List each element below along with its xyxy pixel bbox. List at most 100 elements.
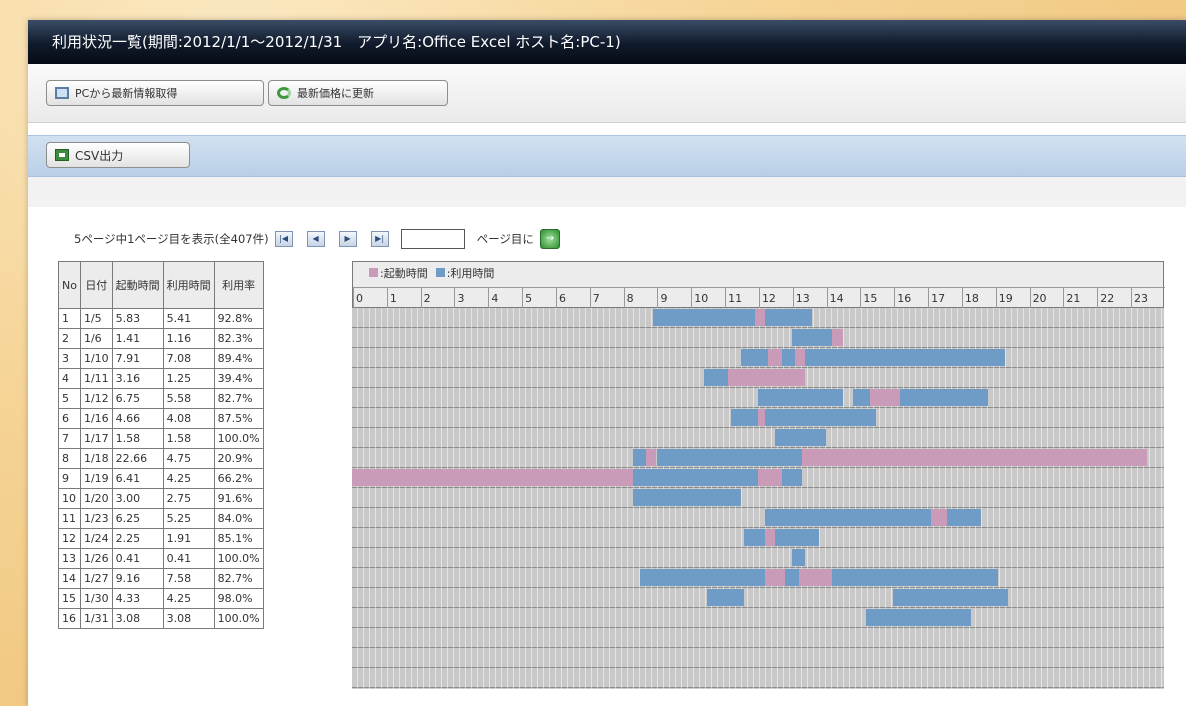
timeline-header: :起動時間 :利用時間 0 1 2 3 4 5 6 7 8 9 10 11 12 13 14 15 16 17 18… (352, 261, 1165, 309)
last-page-icon[interactable]: ▶| (370, 231, 389, 247)
cell-no: 14 (58, 568, 81, 589)
cell-no: 16 (58, 608, 81, 629)
timeline-legend: :起動時間 :利用時間 (369, 265, 494, 281)
update-price-button[interactable]: 最新価格に更新 (268, 80, 448, 106)
cell-use: 4.25 (162, 468, 215, 489)
refresh-icon (277, 87, 291, 99)
cell-use: 1.16 (162, 328, 215, 349)
usage-segment (632, 489, 742, 506)
usage-segment (764, 409, 877, 426)
hour-label: 11 (725, 288, 759, 309)
cell-start: 1.41 (111, 328, 164, 349)
startup-segment (758, 469, 782, 486)
first-page-icon[interactable]: |◀ (274, 231, 293, 247)
cell-start: 4.33 (111, 588, 164, 609)
cell-use: 7.58 (162, 568, 215, 589)
cell-rate: 100.0% (213, 608, 264, 629)
cell-start: 0.41 (111, 548, 164, 569)
table-row: 1 1/5 5.83 5.41 92.8% (58, 308, 264, 329)
hour-axis: 0 1 2 3 4 5 6 7 8 9 10 11 12 13 14 15 16 17 18 19 20 21 22 23 (353, 287, 1165, 309)
page-number-input[interactable] (400, 229, 465, 249)
cell-use: 4.25 (162, 588, 215, 609)
cell-date: 1/24 (79, 528, 113, 549)
hour-label: 16 (894, 288, 928, 309)
cell-rate: 100.0% (213, 428, 264, 449)
fetch-from-pc-label: PCから最新情報取得 (75, 87, 178, 100)
usage-segment (632, 469, 758, 486)
cell-use: 5.58 (162, 388, 215, 409)
cell-start: 4.66 (111, 408, 164, 429)
cell-no: 8 (58, 448, 81, 469)
usage-segment (764, 509, 931, 526)
hour-label: 6 (555, 288, 590, 309)
go-page-icon[interactable]: → (539, 229, 560, 249)
table-row: 12 1/24 2.25 1.91 85.1% (58, 528, 264, 549)
startup-segment (352, 469, 633, 486)
window-title: 利用状況一覧(期間:2012/1/1～2012/1/31 アプリ名:Office… (28, 20, 1186, 64)
table-row: 9 1/19 6.41 4.25 66.2% (58, 468, 264, 489)
prev-page-icon[interactable]: ◀ (306, 231, 325, 247)
cell-date: 1/16 (79, 408, 113, 429)
pager: 5ページ中1ページ目を表示(全407件) |◀ ◀ ▶ ▶| ページ目に → (74, 229, 560, 249)
cell-rate: 89.4% (213, 348, 264, 369)
cell-rate: 20.9% (213, 448, 264, 469)
cell-date: 1/23 (79, 508, 113, 529)
table-row: 5 1/12 6.75 5.58 82.7% (58, 388, 264, 409)
cell-no: 10 (58, 488, 81, 509)
hour-label: 23 (1131, 288, 1165, 309)
hour-label: 22 (1097, 288, 1131, 309)
hour-label: 3 (454, 288, 488, 309)
hour-label: 4 (488, 288, 522, 309)
usage-window: 利用状況一覧(期間:2012/1/1～2012/1/31 アプリ名:Office… (28, 20, 1186, 706)
cell-use: 5.41 (162, 308, 215, 329)
pager-summary: 5ページ中1ページ目を表示(全407件) (74, 232, 269, 246)
usage-segment (791, 549, 806, 566)
usage-segment (852, 389, 870, 406)
col-date: 日付 (79, 261, 113, 309)
cell-no: 6 (58, 408, 81, 429)
startup-segment (646, 449, 657, 466)
col-use: 利用時間 (162, 261, 215, 309)
fetch-from-pc-button[interactable]: PCから最新情報取得 (46, 80, 264, 106)
table-row: 14 1/27 9.16 7.58 82.7% (58, 568, 264, 589)
startup-segment (795, 349, 806, 366)
usage-segment (781, 469, 802, 486)
startup-segment (798, 569, 833, 586)
usage-segment (707, 589, 745, 606)
cell-date: 1/26 (79, 548, 113, 569)
cell-no: 3 (58, 348, 81, 369)
startup-segment (768, 349, 782, 366)
cell-no: 1 (58, 308, 81, 329)
cell-rate: 92.8% (213, 308, 264, 329)
usage-data-table: No 日付 起動時間 利用時間 利用率 1 1/5 5.83 5.41 92.8% 2 1/… (58, 261, 264, 629)
cell-start: 6.41 (111, 468, 164, 489)
usage-segment (805, 349, 901, 366)
usage-segment (774, 529, 819, 546)
table-row: 6 1/16 4.66 4.08 87.5% (58, 408, 264, 429)
cell-start: 5.83 (111, 308, 164, 329)
cell-date: 1/27 (79, 568, 113, 589)
hour-label: 13 (792, 288, 827, 309)
usage-content: 5ページ中1ページ目を表示(全407件) |◀ ◀ ▶ ▶| ページ目に → N… (28, 207, 1186, 689)
update-price-label: 最新価格に更新 (297, 87, 374, 100)
legend-start-swatch (369, 268, 378, 277)
startup-segment (832, 329, 843, 346)
next-page-icon[interactable]: ▶ (338, 231, 357, 247)
col-no: No (58, 261, 81, 309)
csv-export-button[interactable]: CSV出力 (46, 142, 190, 168)
csv-file-icon (55, 149, 69, 161)
hour-label: 12 (758, 288, 793, 309)
table-row: 13 1/26 0.41 0.41 100.0% (58, 548, 264, 569)
cell-use: 5.25 (162, 508, 215, 529)
table-row: 4 1/11 3.16 1.25 39.4% (58, 368, 264, 389)
usage-segment (730, 409, 758, 426)
table-row: 2 1/6 1.41 1.16 82.3% (58, 328, 264, 349)
cell-date: 1/6 (79, 328, 113, 349)
cell-start: 6.75 (111, 388, 164, 409)
usage-segment (900, 389, 989, 406)
cell-date: 1/12 (79, 388, 113, 409)
timeline-body (352, 308, 1164, 689)
table-row: 8 1/18 22.66 4.75 20.9% (58, 448, 264, 469)
cell-rate: 82.7% (213, 388, 264, 409)
cell-start: 2.25 (111, 528, 164, 549)
